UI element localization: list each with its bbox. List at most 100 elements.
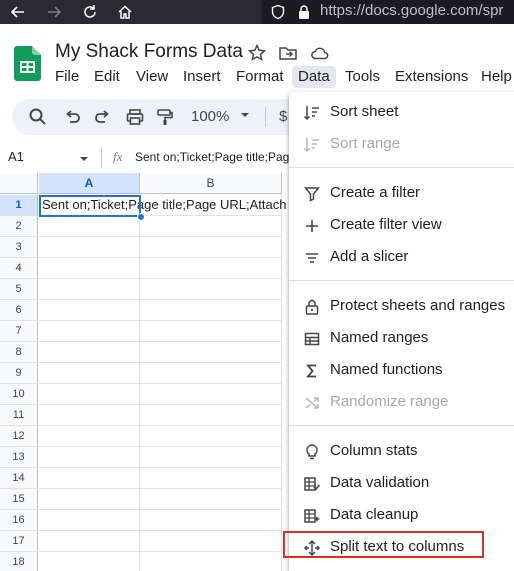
grid-cell[interactable] [140, 510, 282, 531]
name-box[interactable]: A1 [8, 149, 24, 164]
fill-handle[interactable] [137, 213, 145, 221]
menu-help[interactable]: Help [481, 68, 512, 85]
cloud-status-icon[interactable] [310, 43, 330, 63]
menu-item-data-cleanup[interactable]: Data cleanup [289, 499, 514, 531]
grid-cell[interactable] [140, 300, 282, 321]
grid-cell[interactable] [39, 552, 140, 571]
column-header-a[interactable]: A [39, 173, 140, 194]
menu-view[interactable]: View [136, 68, 168, 85]
menu-item-create-filter[interactable]: Create a filter [289, 177, 514, 209]
grid-cell[interactable] [39, 489, 140, 510]
menu-insert[interactable]: Insert [183, 68, 221, 85]
grid-cell[interactable] [39, 237, 140, 258]
paint-format-icon[interactable] [155, 107, 175, 127]
grid-cell[interactable] [39, 321, 140, 342]
row-header[interactable]: 2 [0, 216, 38, 237]
grid-cell[interactable] [39, 300, 140, 321]
zoom-select[interactable]: 100% [191, 108, 229, 125]
row-header[interactable]: 7 [0, 321, 38, 342]
grid-cell[interactable] [39, 258, 140, 279]
grid-cell[interactable] [39, 363, 140, 384]
menu-tools[interactable]: Tools [345, 68, 380, 85]
sheets-logo-icon[interactable] [14, 46, 41, 81]
grid-cell[interactable] [39, 531, 140, 552]
grid-cell[interactable] [140, 489, 282, 510]
menu-item-add-slicer[interactable]: Add a slicer [289, 241, 514, 273]
document-title[interactable]: My Shack Forms Data [55, 41, 243, 63]
menu-extensions[interactable]: Extensions [395, 68, 468, 85]
grid-cell[interactable] [39, 447, 140, 468]
grid-cell[interactable] [39, 405, 140, 426]
row-header[interactable]: 14 [0, 468, 38, 489]
menu-item-named-functions[interactable]: Named functions [289, 354, 514, 386]
url-text[interactable]: https://docs.google.com/spr [320, 2, 503, 19]
search-icon[interactable] [28, 107, 48, 127]
home-icon[interactable] [113, 0, 137, 24]
currency-format-button[interactable]: $ [279, 108, 287, 125]
star-icon[interactable] [247, 43, 267, 63]
menu-item-protect[interactable]: Protect sheets and ranges [289, 290, 514, 322]
row-header[interactable]: 5 [0, 279, 38, 300]
row-header[interactable]: 8 [0, 342, 38, 363]
row-header[interactable]: 10 [0, 384, 38, 405]
grid-cell[interactable] [39, 216, 140, 237]
print-icon[interactable] [125, 107, 145, 127]
row-header[interactable]: 18 [0, 552, 38, 571]
row-header[interactable]: 12 [0, 426, 38, 447]
row-header[interactable]: 1 [0, 195, 38, 216]
menu-format[interactable]: Format [236, 68, 284, 85]
menu-file[interactable]: File [55, 68, 79, 85]
row-header[interactable]: 15 [0, 489, 38, 510]
row-header[interactable]: 11 [0, 405, 38, 426]
formula-input[interactable]: Sent on;Ticket;Page title;Pag [135, 150, 289, 164]
shield-icon[interactable] [270, 4, 286, 25]
menu-item-create-filter-view[interactable]: Create filter view [289, 209, 514, 241]
row-header[interactable]: 17 [0, 531, 38, 552]
grid-cell[interactable] [140, 363, 282, 384]
row-header[interactable]: 6 [0, 300, 38, 321]
grid-cell[interactable] [140, 279, 282, 300]
grid-cell[interactable] [140, 447, 282, 468]
chevron-down-icon[interactable] [78, 152, 90, 170]
grid-cell[interactable] [39, 510, 140, 531]
forward-icon[interactable] [42, 0, 66, 24]
grid-cell[interactable] [140, 384, 282, 405]
grid-cell[interactable] [140, 258, 282, 279]
grid-cell[interactable] [140, 321, 282, 342]
menu-edit[interactable]: Edit [94, 68, 120, 85]
grid-cell[interactable] [140, 426, 282, 447]
menu-data[interactable]: Data [292, 66, 336, 88]
row-header[interactable]: 3 [0, 237, 38, 258]
row-header[interactable]: 13 [0, 447, 38, 468]
grid-cell[interactable] [140, 216, 282, 237]
grid-cell[interactable] [140, 405, 282, 426]
row-header[interactable]: 4 [0, 258, 38, 279]
grid-cell[interactable] [39, 279, 140, 300]
grid-cell[interactable] [39, 342, 140, 363]
menu-item-column-stats[interactable]: Column stats [289, 435, 514, 467]
row-header[interactable]: 9 [0, 363, 38, 384]
url-bar[interactable]: https://docs.google.com/spr [262, 0, 514, 24]
grid-cell[interactable] [39, 384, 140, 405]
chevron-down-icon[interactable] [238, 108, 258, 128]
grid-cell[interactable] [140, 552, 282, 571]
grid-cell[interactable] [140, 342, 282, 363]
select-all-corner[interactable] [0, 173, 38, 194]
move-folder-icon[interactable] [278, 43, 298, 63]
grid-cell[interactable] [39, 426, 140, 447]
grid-cell[interactable] [39, 468, 140, 489]
grid-cell[interactable] [140, 531, 282, 552]
row-header[interactable]: 16 [0, 510, 38, 531]
undo-icon[interactable] [62, 107, 82, 127]
highlight-annotation-box [283, 531, 484, 558]
lock-icon[interactable] [296, 4, 312, 25]
reload-icon[interactable] [78, 0, 102, 24]
menu-item-data-validation[interactable]: Data validation [289, 467, 514, 499]
redo-icon[interactable] [93, 107, 113, 127]
menu-item-named-ranges[interactable]: Named ranges [289, 322, 514, 354]
column-header-b[interactable]: B [140, 173, 282, 194]
menu-item-sort-sheet[interactable]: Sort sheet [289, 96, 514, 128]
back-icon[interactable] [6, 0, 30, 24]
grid-cell[interactable] [140, 237, 282, 258]
grid-cell[interactable] [140, 468, 282, 489]
